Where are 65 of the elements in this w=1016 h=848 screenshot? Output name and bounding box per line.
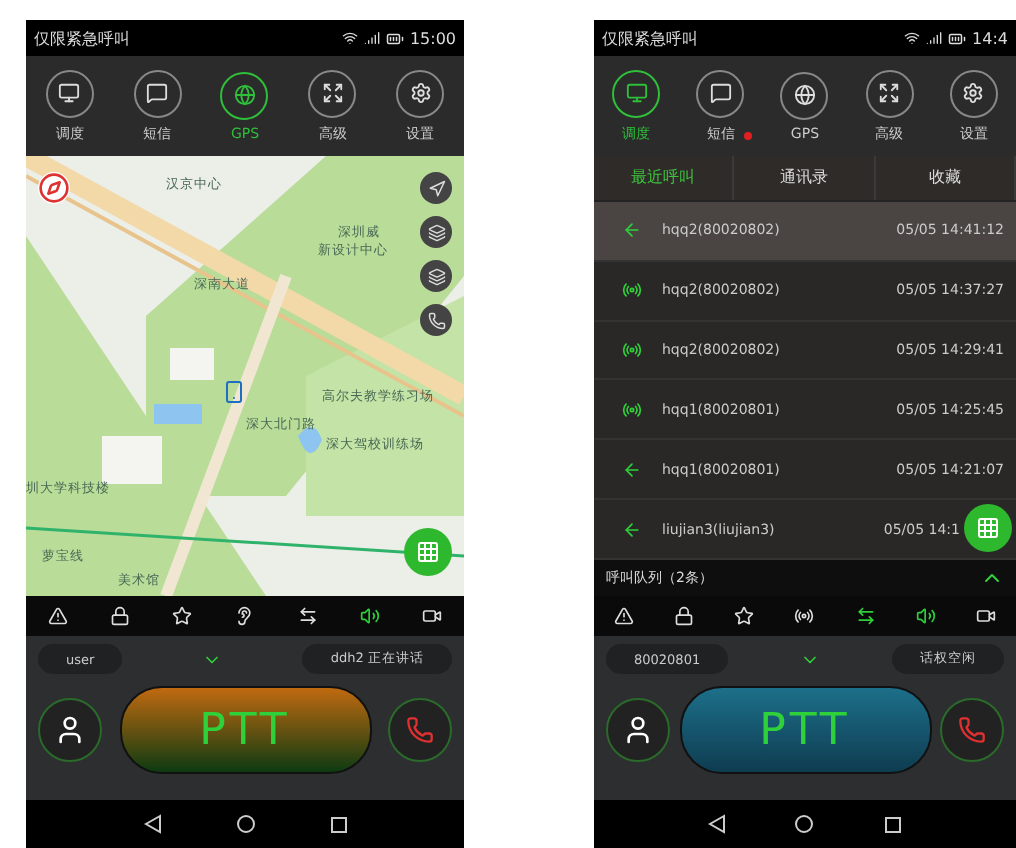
contact-button[interactable] [38, 698, 102, 762]
swap-arrows-icon[interactable] [855, 606, 876, 626]
clock: 14:4 [972, 29, 1008, 47]
back-icon[interactable] [708, 814, 727, 834]
battery-icon [948, 29, 967, 47]
signal-icon [926, 30, 943, 46]
incoming-arrow-icon [622, 459, 642, 480]
contact-button[interactable] [606, 698, 670, 762]
phone-icon [958, 716, 986, 744]
person-icon [54, 714, 86, 746]
incoming-arrow-icon [622, 519, 642, 540]
recents-icon[interactable] [329, 815, 347, 833]
hang-up-button[interactable] [388, 698, 452, 762]
status-text: 仅限紧急呼叫 [34, 27, 130, 49]
video-camera-icon[interactable] [975, 606, 996, 626]
expand-icon [878, 82, 901, 104]
tab[interactable]: 最近呼叫 [594, 156, 735, 200]
settings-icon [409, 82, 432, 104]
tab[interactable]: 收藏 [875, 156, 1016, 200]
battery-icon [385, 29, 404, 47]
clock: 15:00 [409, 29, 456, 47]
status-text: 仅限紧急呼叫 [602, 27, 698, 49]
monitor-icon [625, 82, 648, 104]
navigation-arrow-icon [427, 179, 445, 197]
back-icon[interactable] [143, 814, 161, 834]
warning-icon[interactable] [47, 606, 68, 626]
keypad-icon [976, 516, 1000, 540]
message-icon [146, 82, 169, 104]
warning-icon[interactable] [614, 606, 635, 626]
expand-icon [321, 82, 344, 104]
phone-icon [406, 716, 434, 744]
video-camera-icon[interactable] [422, 606, 443, 626]
incoming-arrow-icon [622, 220, 642, 241]
ptt-button[interactable]: PTT [679, 686, 931, 774]
layers-icon [427, 223, 445, 241]
tab[interactable]: 通讯录 [734, 156, 876, 200]
speaker-icon[interactable] [360, 606, 381, 626]
lock-icon[interactable] [109, 606, 130, 626]
monitor-icon [58, 82, 81, 104]
message-icon [709, 82, 732, 104]
star-icon[interactable] [734, 606, 755, 626]
radio-wave-icon[interactable] [794, 606, 815, 626]
home-icon[interactable] [235, 814, 255, 834]
radio-icon [622, 399, 642, 420]
globe-icon [793, 84, 816, 106]
home-icon[interactable] [794, 814, 815, 834]
keypad-icon [416, 540, 440, 564]
person-icon [622, 714, 654, 746]
globe-icon [233, 84, 256, 106]
phone-icon [427, 311, 445, 329]
settings-icon [962, 82, 985, 104]
radio-icon [622, 280, 642, 301]
hang-up-button[interactable] [940, 698, 1004, 762]
wifi-icon [904, 30, 921, 46]
wifi-icon [341, 30, 358, 46]
recents-icon[interactable] [883, 815, 902, 833]
signal-icon [363, 30, 380, 46]
radio-icon [622, 340, 642, 361]
swap-arrows-icon[interactable] [297, 606, 318, 626]
ear-icon[interactable] [234, 606, 255, 626]
speaker-icon[interactable] [915, 606, 936, 626]
layers-icon [427, 267, 445, 285]
device-marker-icon [222, 380, 246, 404]
lock-icon[interactable] [674, 606, 695, 626]
star-icon[interactable] [172, 606, 193, 626]
